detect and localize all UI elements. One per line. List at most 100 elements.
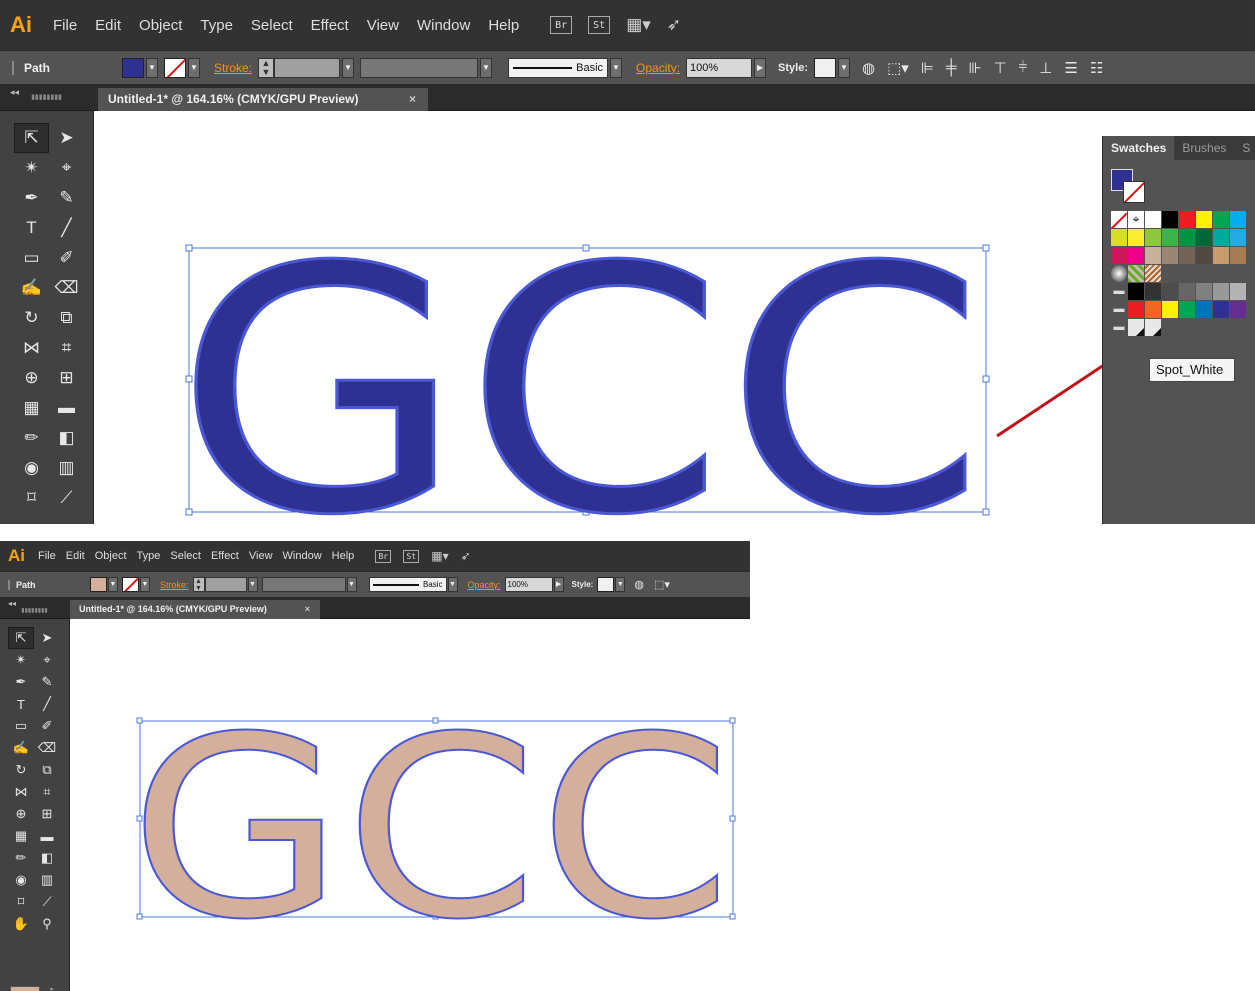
- swatch-forest[interactable]: [1179, 229, 1196, 246]
- paintbrush-tool-icon[interactable]: ✐: [49, 243, 84, 273]
- tab-brushes[interactable]: Brushes: [1174, 136, 1234, 160]
- swatch-gradient[interactable]: [1111, 265, 1128, 282]
- slice-tool-icon[interactable]: ⟋: [49, 483, 84, 513]
- swatch-gray-70[interactable]: [1162, 283, 1179, 300]
- scale-tool-icon[interactable]: ⧉: [49, 303, 84, 333]
- align-to-selection-icon[interactable]: ⬚▾: [887, 59, 909, 77]
- swatch-umber[interactable]: [1179, 247, 1196, 264]
- toolbox-grip[interactable]: ▮▮▮▮▮▮▮▮: [0, 93, 93, 101]
- stroke-weight-field[interactable]: [204, 577, 247, 592]
- direct-selection-tool-icon[interactable]: ➤: [49, 123, 84, 153]
- paintbrush-tool-icon[interactable]: ✐: [34, 715, 60, 737]
- stroke-weight-field[interactable]: [274, 57, 341, 78]
- direct-selection-tool-icon[interactable]: ➤: [34, 627, 60, 649]
- menu-edit[interactable]: Edit: [61, 550, 90, 562]
- shape-builder-tool-icon[interactable]: ⊕: [14, 363, 49, 393]
- shaper-tool-icon[interactable]: ✍: [8, 737, 34, 759]
- swatch-cyan[interactable]: [1230, 211, 1247, 228]
- stroke-color-swatch[interactable]: [164, 57, 186, 78]
- opacity-field[interactable]: 100%: [686, 57, 753, 78]
- recolor-artwork-icon[interactable]: ◍: [634, 578, 644, 591]
- menu-type[interactable]: Type: [132, 550, 166, 562]
- shaper-tool-icon[interactable]: ✍: [14, 273, 49, 303]
- eraser-tool-icon[interactable]: ⌫: [49, 273, 84, 303]
- graphic-style-swatch[interactable]: [814, 57, 836, 78]
- workspace-switcher-icon[interactable]: ▦▾: [431, 549, 448, 563]
- mesh-tool-icon[interactable]: ▦: [8, 825, 34, 847]
- artwork-after[interactable]: GCC: [71, 619, 750, 991]
- symbol-sprayer-tool-icon[interactable]: ◉: [8, 869, 34, 891]
- gradient-tool-icon[interactable]: ▬: [34, 825, 60, 847]
- magic-wand-tool-icon[interactable]: ✴: [14, 153, 49, 183]
- free-transform-tool-icon[interactable]: ⌗: [34, 781, 60, 803]
- swatch-teal[interactable]: [1213, 229, 1230, 246]
- stroke-label[interactable]: Stroke:: [160, 580, 189, 590]
- document-tab[interactable]: Untitled-1* @ 164.16% (CMYK/GPU Preview)…: [70, 600, 320, 619]
- swatch-spot-1[interactable]: [1128, 319, 1145, 336]
- opacity-arrow-icon[interactable]: ▶: [754, 57, 767, 78]
- align-bottom-icon[interactable]: ⊥: [1039, 59, 1052, 77]
- color-group-folder-icon[interactable]: ▬: [1111, 319, 1128, 336]
- align-to-selection-icon[interactable]: ⬚▾: [654, 578, 670, 591]
- swatch-green[interactable]: [1213, 211, 1230, 228]
- swatch-registration[interactable]: ⌖: [1128, 211, 1145, 228]
- pen-tool-icon[interactable]: ✒: [8, 671, 34, 693]
- artboard-tool-icon[interactable]: ⌑: [14, 483, 49, 513]
- menu-object[interactable]: Object: [130, 17, 191, 34]
- distribute-top-icon[interactable]: ☰: [1064, 59, 1077, 77]
- swatch-white[interactable]: [1145, 211, 1162, 228]
- menu-effect[interactable]: Effect: [206, 550, 244, 562]
- swatch-pine[interactable]: [1196, 229, 1213, 246]
- rectangle-tool-icon[interactable]: ▭: [14, 243, 49, 273]
- rotate-tool-icon[interactable]: ↻: [8, 759, 34, 781]
- menu-file[interactable]: File: [44, 17, 86, 34]
- distribute-center-icon[interactable]: ☷: [1090, 59, 1103, 77]
- gpu-performance-icon[interactable]: ➶: [461, 549, 471, 563]
- graphic-style-swatch[interactable]: [597, 577, 615, 592]
- eraser-tool-icon[interactable]: ⌫: [34, 737, 60, 759]
- scale-tool-icon[interactable]: ⧉: [34, 759, 60, 781]
- swatch-gray-30[interactable]: [1230, 283, 1247, 300]
- stroke-weight-dropdown-icon[interactable]: ▼: [247, 577, 258, 592]
- fill-swatch[interactable]: [10, 986, 40, 991]
- swatch-leaf[interactable]: [1145, 229, 1162, 246]
- swap-fill-stroke-icon[interactable]: ⤡: [50, 986, 57, 991]
- swatch-raspberry[interactable]: [1111, 247, 1128, 264]
- brush-definition-field[interactable]: Basic: [368, 577, 447, 592]
- close-icon[interactable]: ×: [305, 600, 310, 619]
- align-top-icon[interactable]: ⊤: [994, 59, 1007, 77]
- swatch-taupe[interactable]: [1162, 247, 1179, 264]
- brush-definition-dropdown-icon[interactable]: ▼: [447, 577, 458, 592]
- swatch-bright-orange[interactable]: [1145, 301, 1162, 318]
- swatch-spot-white[interactable]: [1145, 319, 1162, 336]
- swatch-caramel[interactable]: [1213, 247, 1230, 264]
- swatch-sky[interactable]: [1230, 229, 1247, 246]
- curvature-tool-icon[interactable]: ✎: [34, 671, 60, 693]
- swatch-bright-yellow[interactable]: [1162, 301, 1179, 318]
- swatch-bright-green[interactable]: [1179, 301, 1196, 318]
- magic-wand-tool-icon[interactable]: ✴: [8, 649, 34, 671]
- swatch-bright-violet[interactable]: [1230, 301, 1247, 318]
- color-group-folder-icon[interactable]: ▬: [1111, 283, 1128, 300]
- panel-fill-stroke[interactable]: [1111, 169, 1149, 203]
- zoom-tool-icon[interactable]: ⚲: [34, 913, 60, 935]
- swatch-magenta[interactable]: [1128, 247, 1145, 264]
- recolor-artwork-icon[interactable]: ◍: [862, 59, 875, 77]
- curvature-tool-icon[interactable]: ✎: [49, 183, 84, 213]
- fill-stroke-widget[interactable]: ⤡: [10, 986, 62, 991]
- shape-builder-tool-icon[interactable]: ⊕: [8, 803, 34, 825]
- artwork-before[interactable]: GCC: [95, 111, 1255, 524]
- gradient-tool-icon[interactable]: ▬: [49, 393, 84, 423]
- align-vertical-center-icon[interactable]: ⫩: [1019, 59, 1028, 76]
- line-segment-tool-icon[interactable]: ╱: [34, 693, 60, 715]
- eyedropper-tool-icon[interactable]: ✏: [14, 423, 49, 453]
- line-segment-tool-icon[interactable]: ╱: [49, 213, 84, 243]
- graphic-style-dropdown-icon[interactable]: ▼: [838, 57, 850, 78]
- gpu-performance-icon[interactable]: ➶: [667, 15, 681, 35]
- swatch-none[interactable]: [1111, 211, 1128, 228]
- column-graph-tool-icon[interactable]: ▥: [34, 869, 60, 891]
- opacity-label[interactable]: Opacity:: [636, 61, 680, 75]
- stroke-dropdown-icon[interactable]: ▼: [188, 57, 200, 78]
- menu-view[interactable]: View: [244, 550, 278, 562]
- type-tool-icon[interactable]: T: [8, 693, 34, 715]
